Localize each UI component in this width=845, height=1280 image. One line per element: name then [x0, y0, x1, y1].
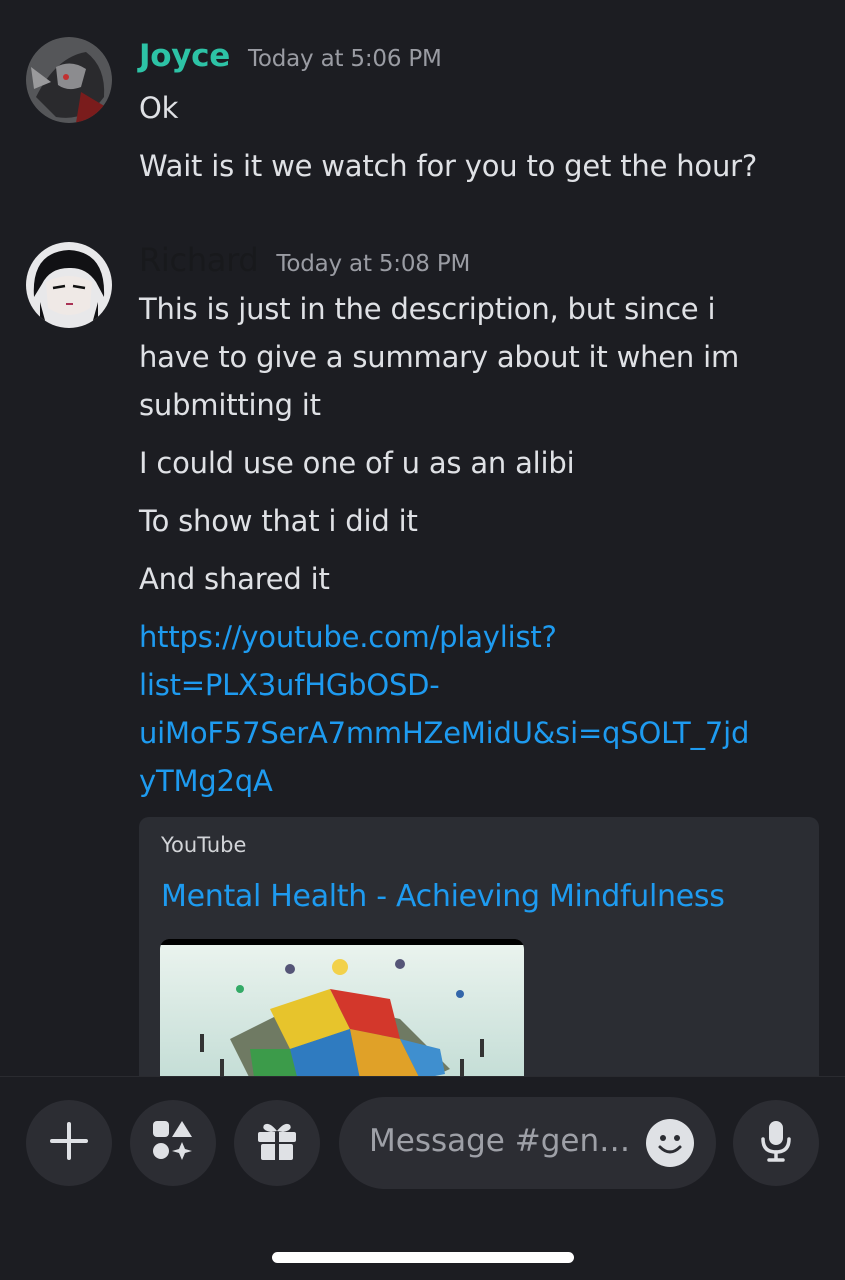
apps-button[interactable]	[130, 1100, 216, 1186]
message-text: Ok	[139, 91, 179, 125]
embed-thumbnail[interactable]	[160, 939, 524, 1076]
author-name[interactable]: Richard	[139, 241, 259, 279]
timestamp: Today at 5:06 PM	[247, 46, 442, 72]
emoji-button[interactable]	[646, 1119, 694, 1167]
message-text: have to give a summary about it when im	[139, 340, 740, 374]
timestamp: Today at 5:08 PM	[276, 251, 471, 277]
message-header: Joyce Today at 5:06 PM	[139, 38, 442, 74]
embed-title[interactable]: Mental Health - Achieving Mindfulness	[161, 879, 725, 914]
playlist-link[interactable]: uiMoF57SerA7mmHZeMidU&si=qSOLT_7jd	[139, 709, 829, 757]
gift-button[interactable]	[234, 1100, 320, 1186]
message-text: And shared it	[139, 562, 330, 596]
message-input[interactable]: Message #gene...	[339, 1097, 716, 1189]
message-text: This is just in the description, but sin…	[139, 292, 716, 326]
avatar[interactable]	[26, 37, 112, 123]
message-text: To show that i did it	[139, 504, 418, 538]
avatar[interactable]	[26, 242, 112, 328]
gift-icon	[255, 1119, 299, 1167]
playlist-link[interactable]: list=PLX3ufHGbOSD-	[139, 661, 829, 709]
add-attachment-button[interactable]	[26, 1100, 112, 1186]
playlist-link[interactable]: https://youtube.com/playlist?	[139, 613, 829, 661]
playlist-link[interactable]: yTMg2qA	[139, 757, 829, 805]
link-embed: YouTube Mental Health - Achieving Mindfu…	[139, 817, 819, 1076]
microphone-icon	[756, 1119, 796, 1167]
plus-icon	[49, 1121, 89, 1165]
author-name[interactable]: Joyce	[139, 38, 230, 74]
smiley-icon	[658, 1135, 682, 1154]
message-text: I could use one of u as an alibi	[139, 446, 575, 480]
message-text: submitting it	[139, 388, 321, 422]
embed-provider[interactable]: YouTube	[161, 833, 246, 857]
message-text: Wait is it we watch for you to get the h…	[139, 149, 758, 183]
voice-message-button[interactable]	[733, 1100, 819, 1186]
message-list[interactable]: Joyce Today at 5:06 PM Ok Wait is it we …	[0, 0, 845, 1076]
message-placeholder: Message #gene...	[369, 1123, 639, 1159]
home-indicator[interactable]	[272, 1252, 574, 1263]
message-header: Richard Today at 5:08 PM	[139, 241, 470, 279]
apps-icon	[150, 1118, 196, 1168]
